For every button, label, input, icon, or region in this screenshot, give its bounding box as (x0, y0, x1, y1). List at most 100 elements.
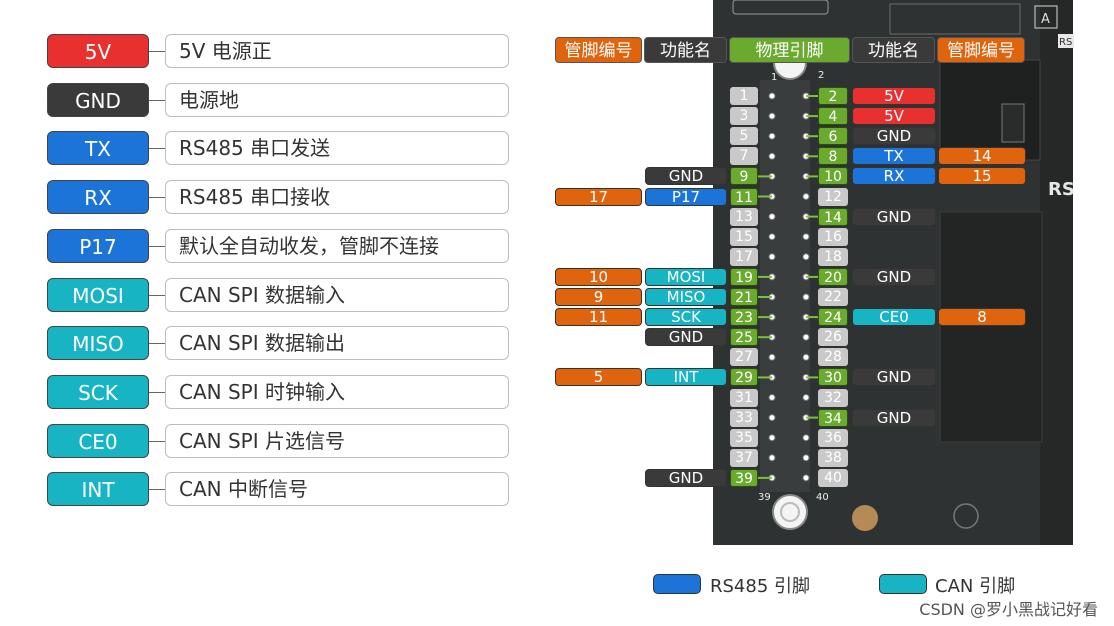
function-tag: MISO (645, 288, 727, 306)
header-pin-dot (802, 353, 810, 361)
function-tag: GND (645, 468, 727, 487)
physical-pin-24: 24 (818, 308, 848, 327)
physical-pin-22: 22 (818, 288, 848, 306)
header-strip (760, 80, 810, 492)
header-right-func: 功能名 (852, 37, 935, 63)
physical-pin-11: 11 (730, 187, 758, 206)
gpio-number-tag: 14 (938, 147, 1026, 166)
header-pin-dot (802, 474, 810, 482)
physical-pin-17: 17 (730, 247, 758, 266)
physical-pin-40: 40 (818, 468, 848, 487)
physical-pin-7: 7 (730, 147, 758, 166)
physical-pin-21: 21 (730, 288, 758, 306)
function-tag: GND (645, 167, 727, 186)
function-tag: CE0 (852, 308, 936, 327)
function-tag: P17 (645, 187, 727, 206)
ic-chip-small (1001, 103, 1025, 143)
header-pin-dot (768, 454, 776, 462)
header-left-func: 功能名 (644, 37, 727, 63)
physical-pin-26: 26 (818, 328, 848, 347)
header-pin-dot (768, 213, 776, 221)
corner-label-39: 39 (758, 492, 771, 503)
physical-pin-5: 5 (730, 127, 758, 146)
header-pin-dot (802, 253, 810, 261)
function-tag: SCK (645, 308, 727, 327)
physical-pin-3: 3 (730, 107, 758, 126)
header-pin-dot (802, 394, 810, 401)
header-right-pin-no: 管脚编号 (937, 37, 1025, 63)
watermark: CSDN @罗小黑战记好看 (919, 600, 1098, 619)
header-pin-dot (768, 414, 776, 422)
gpio-number-tag: 11 (555, 308, 642, 327)
function-tag: GND (852, 267, 936, 286)
header-pin-dot (768, 152, 776, 160)
function-tag: GND (645, 328, 727, 347)
header-pin-dot (802, 233, 810, 241)
silk-badge-rs: RS (1059, 37, 1072, 48)
terminal-block (939, 211, 1043, 443)
physical-pin-8: 8 (818, 147, 848, 166)
header-left-pin-no: 管脚编号 (555, 37, 642, 63)
physical-pin-25: 25 (730, 328, 758, 347)
gpio-number-tag: 17 (555, 187, 642, 206)
physical-pin-32: 32 (818, 388, 848, 407)
physical-pin-2: 2 (818, 87, 848, 105)
pcb-edge-shadow (1040, 0, 1073, 545)
physical-pin-37: 37 (730, 448, 758, 467)
physical-pin-38: 38 (818, 448, 848, 467)
function-tag: 5V (852, 107, 936, 126)
corner-label-2: 2 (818, 70, 824, 81)
mount-hole-bottom (772, 494, 808, 530)
physical-pin-31: 31 (730, 388, 758, 407)
header-pin-dot (768, 233, 776, 241)
physical-pin-23: 23 (730, 308, 758, 327)
pinout-diagram: A RS RS 1 2 39 40 管脚编号 功能名 物理引脚 功能名 管脚编号… (0, 0, 1114, 626)
header-pin-dot (768, 92, 776, 100)
header-pin-dot (768, 394, 776, 401)
physical-pin-19: 19 (730, 267, 758, 286)
function-tag: GND (852, 408, 936, 427)
gpio-number-tag: 10 (555, 267, 642, 286)
function-tag: RX (852, 167, 936, 186)
physical-pin-1: 1 (730, 87, 758, 105)
can-color-key (879, 574, 927, 594)
physical-pin-18: 18 (818, 247, 848, 266)
physical-pin-16: 16 (818, 227, 848, 246)
header-pin-dot (768, 112, 776, 120)
rs485-color-key (653, 574, 701, 594)
function-tag: INT (645, 368, 727, 387)
physical-pin-9: 9 (730, 167, 758, 186)
ic-chip (939, 59, 1041, 161)
physical-pin-39: 39 (730, 468, 758, 487)
physical-pin-30: 30 (818, 368, 848, 387)
physical-pin-34: 34 (818, 408, 848, 427)
gpio-number-tag: 15 (938, 167, 1026, 186)
silk-side-text: RS (1048, 179, 1075, 200)
function-tag: TX (852, 147, 936, 166)
function-tag: GND (852, 127, 936, 146)
header-pin-dot (802, 193, 810, 200)
header-pin-dot (802, 454, 810, 462)
header-pin-dot (802, 293, 810, 301)
gpio-number-tag: 8 (938, 308, 1026, 327)
physical-pin-28: 28 (818, 348, 848, 367)
physical-pin-33: 33 (730, 408, 758, 427)
header-pin-dot (768, 253, 776, 261)
physical-pin-12: 12 (818, 187, 848, 206)
physical-pin-10: 10 (818, 167, 848, 186)
header-pin-dot (802, 333, 810, 341)
function-tag: MOSI (645, 267, 727, 286)
function-tag: GND (852, 368, 936, 387)
function-tag: 5V (852, 87, 936, 105)
physical-pin-27: 27 (730, 348, 758, 367)
header-pin-dot (768, 132, 776, 140)
copper-pad (852, 505, 878, 531)
rs485-key-label: RS485 引脚 (710, 576, 811, 597)
header-pin-dot (768, 353, 776, 361)
gpio-number-tag: 9 (555, 288, 642, 306)
physical-pin-15: 15 (730, 227, 758, 246)
physical-pin-20: 20 (818, 267, 848, 286)
gpio-number-tag: 5 (555, 368, 642, 387)
corner-label-1: 1 (771, 72, 777, 83)
physical-pin-4: 4 (818, 107, 848, 126)
